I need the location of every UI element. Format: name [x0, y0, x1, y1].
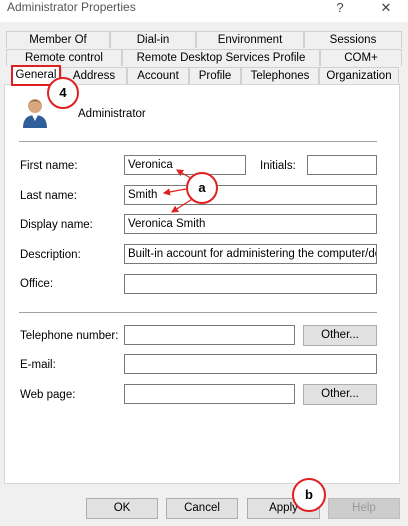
arrow-to-last-name: [162, 188, 187, 196]
callout-a: a: [186, 172, 218, 204]
callout-4: 4: [47, 77, 79, 109]
callout-b: b: [292, 478, 326, 512]
